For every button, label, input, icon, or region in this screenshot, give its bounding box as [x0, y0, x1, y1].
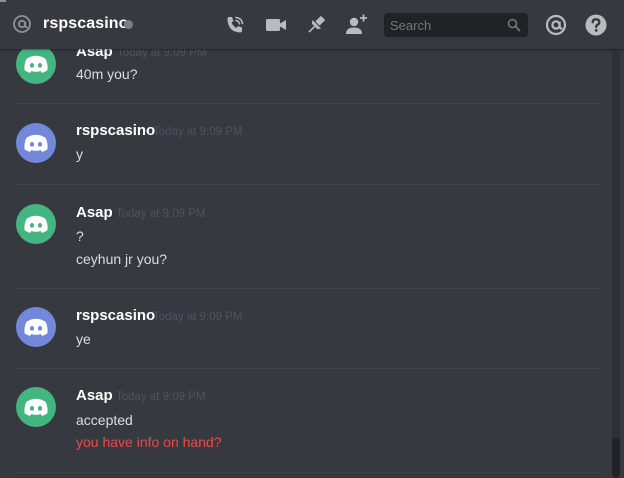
message-text: ceyhun jr you? [76, 251, 168, 267]
message-timestamp: Today at 9:09 PM [153, 126, 243, 138]
message-text: ye [76, 331, 91, 347]
avatar[interactable] [16, 307, 56, 347]
message-author[interactable]: Asap [76, 49, 113, 61]
message-text: y [76, 146, 83, 162]
scrollbar-track[interactable] [612, 49, 620, 478]
avatar[interactable] [16, 123, 56, 163]
message-group: rspscasino Today at 9:09 PM ye [0, 288, 606, 368]
help-icon[interactable] [584, 13, 608, 37]
discord-logo-icon [24, 398, 48, 416]
dm-window: rspscasino Search Asap Today at 9:09 PM … [0, 0, 624, 478]
message-timestamp: Today at 9:09 PM [116, 208, 206, 220]
at-channel-icon [13, 15, 31, 33]
message-timestamp: Today at 9:09 PM [116, 391, 206, 403]
add-friend-icon[interactable] [344, 13, 368, 37]
message-group: Asap Today at 9:09 PM accepted you have … [0, 368, 606, 472]
message-group: rspscasino Today at 9:09 PM y [0, 103, 606, 184]
avatar[interactable] [16, 387, 56, 427]
avatar[interactable] [16, 49, 56, 84]
video-icon[interactable] [264, 13, 288, 37]
discord-logo-icon [24, 318, 48, 336]
message-text: 40m you? [76, 66, 138, 82]
message-author[interactable]: Asap [76, 387, 113, 405]
mention-icon[interactable] [544, 13, 568, 37]
discord-logo-icon [24, 215, 48, 233]
message-text-highlighted: you have info on hand? [76, 434, 222, 450]
message-timestamp: Today at 9:09 PM [117, 49, 207, 59]
message-group: Asap Today at 9:09 PM ? ceyhun jr you? [0, 184, 606, 288]
search-icon[interactable] [507, 18, 521, 32]
message-list: Asap Today at 9:09 PM 40m you? rspscasin… [0, 49, 612, 478]
discord-logo-icon [24, 55, 48, 73]
message-text: ? [76, 228, 84, 244]
status-indicator [124, 20, 133, 29]
message-text: accepted [76, 412, 133, 428]
message-author[interactable]: rspscasino [76, 122, 155, 140]
message-author[interactable]: Asap [76, 204, 113, 222]
corner-mark [0, 0, 6, 2]
message-divider [16, 472, 598, 473]
channel-header: rspscasino [0, 0, 624, 49]
scrollbar-thumb[interactable] [612, 438, 620, 478]
channel-name: rspscasino [43, 15, 129, 32]
discord-logo-icon [24, 134, 48, 152]
search-box[interactable] [384, 13, 528, 37]
search-input[interactable] [384, 13, 502, 37]
message-author[interactable]: rspscasino [76, 307, 155, 325]
pin-icon[interactable] [304, 13, 328, 37]
message-group: Asap Today at 9:09 PM 40m you? [0, 49, 606, 107]
message-timestamp: Today at 9:09 PM [153, 311, 243, 323]
call-icon[interactable] [223, 13, 247, 37]
avatar[interactable] [16, 204, 56, 244]
